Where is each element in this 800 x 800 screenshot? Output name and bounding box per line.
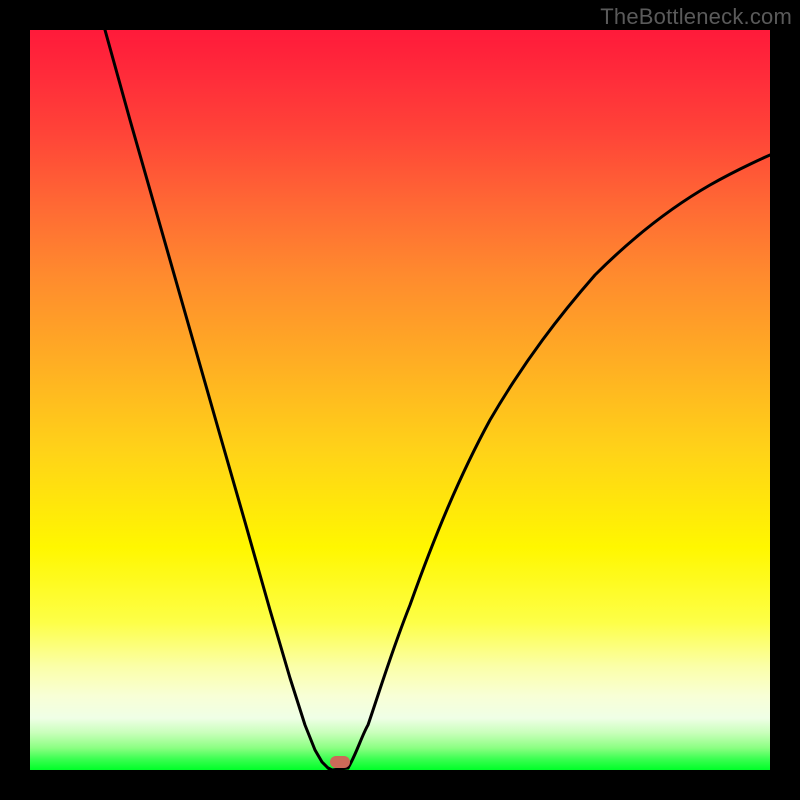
curve-trough xyxy=(328,768,348,770)
chart-frame: TheBottleneck.com xyxy=(0,0,800,800)
curve-left-branch xyxy=(105,30,332,770)
curve-right-branch xyxy=(348,155,770,768)
bottleneck-curve xyxy=(30,30,770,770)
watermark-text: TheBottleneck.com xyxy=(600,4,792,30)
optimum-marker xyxy=(330,756,350,768)
plot-area xyxy=(30,30,770,770)
